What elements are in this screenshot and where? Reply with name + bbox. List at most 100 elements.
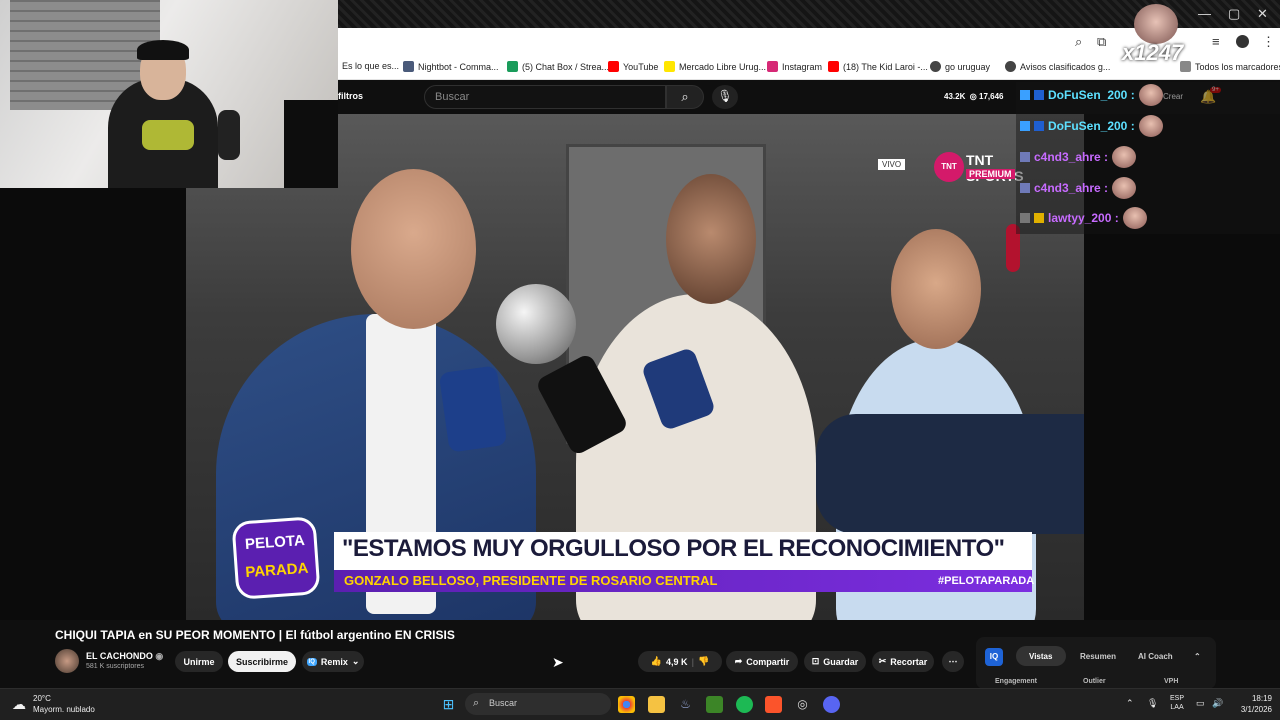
volume-icon[interactable]: 🔊 <box>1212 698 1223 709</box>
badge-icon <box>1034 213 1044 223</box>
instagram-icon <box>767 61 778 72</box>
chat-message: lawtyy_200 : <box>1020 206 1147 230</box>
weather-widget[interactable]: 20°C Mayorm. nublado <box>33 693 95 715</box>
badge-icon <box>1034 121 1044 131</box>
video-head-right <box>891 229 981 349</box>
bookmark-icon: ⊡ <box>811 656 820 666</box>
subline-text: GONZALO BELLOSO, PRESIDENTE DE ROSARIO C… <box>344 573 718 588</box>
steam-icon[interactable]: ♨ <box>677 696 694 713</box>
bookmark-item[interactable]: go uruguay <box>930 61 990 72</box>
chat-message: c4nd3_ahre : <box>1020 145 1137 169</box>
broadcaster-sub: PREMIUM <box>966 169 1015 179</box>
like-button[interactable]: 👍 4,9 K | 👎 <box>638 651 722 672</box>
remix-button[interactable]: IQ Remix ⌄ <box>302 651 364 672</box>
install-icon[interactable]: ⧉ <box>1097 34 1106 50</box>
microphone-icon[interactable]: 🎙 <box>1147 698 1158 709</box>
network-icon[interactable]: ▭ <box>1196 698 1205 709</box>
badge-icon <box>1020 152 1030 162</box>
chevron-up-icon[interactable]: ⌃ <box>1126 698 1134 709</box>
mouse-cursor: ➤ <box>552 654 564 670</box>
badge-icon <box>1020 183 1030 193</box>
zoom-icon[interactable]: ⌕ <box>1075 34 1082 50</box>
video-title: CHIQUI TAPIA en SU PEOR MOMENTO | El fút… <box>55 628 455 642</box>
subscribe-button[interactable]: Suscribirme <box>228 651 296 672</box>
profile-avatar[interactable] <box>1236 35 1249 48</box>
spotify-icon[interactable] <box>736 696 753 713</box>
mercadolibre-icon <box>664 61 675 72</box>
pelota-parada-logo: PELOTA PARADA <box>231 516 321 600</box>
close-icon[interactable]: ✕ <box>1257 6 1268 22</box>
tab-ai-coach[interactable]: AI Coach <box>1138 652 1173 661</box>
more-icon[interactable]: ⋮ <box>1262 34 1275 50</box>
badge-icon <box>1020 121 1030 131</box>
clip-button[interactable]: ✂ Recortar <box>872 651 934 672</box>
emote-icon <box>1112 146 1137 168</box>
label-vph: VPH <box>1164 678 1179 685</box>
screen: — ▢ ✕ ⌕ ⧉ ≡ ⋮ Es lo que es... Nightbot -… <box>0 0 1280 720</box>
chat-user: c4nd3_ahre : <box>1034 150 1109 164</box>
all-bookmarks[interactable]: Todos los marcadores <box>1180 61 1280 72</box>
menu-list-icon[interactable]: ≡ <box>1212 34 1220 49</box>
label-outlier: Outlier <box>1083 678 1106 685</box>
webcam-monitor <box>284 100 338 188</box>
filters-button[interactable]: filtros <box>338 91 363 101</box>
more-actions-button[interactable]: ⋯ <box>942 651 964 672</box>
youtube-icon <box>608 61 619 72</box>
bookmark-item[interactable]: Mercado Libre Urug... <box>664 61 766 72</box>
bookmark-item[interactable]: (18) The Kid Laroi -... <box>828 61 928 72</box>
save-button[interactable]: ⊡ Guardar <box>804 651 866 672</box>
chat-user: c4nd3_ahre : <box>1034 181 1109 195</box>
weather-icon[interactable]: ☁ <box>12 696 26 713</box>
search-input[interactable]: Buscar <box>424 85 666 109</box>
language-indicator[interactable]: ESP LAA <box>1170 694 1184 712</box>
join-button[interactable]: Unirme <box>175 651 223 672</box>
file-explorer-icon[interactable] <box>648 696 665 713</box>
bookmark-item[interactable]: Es lo que es... <box>342 61 399 71</box>
video-player[interactable]: VIVO TNT TNT SPORTS PREMIUM PELOTA PARAD… <box>186 114 1084 620</box>
bookmark-item[interactable]: Nightbot - Comma... <box>403 61 499 72</box>
taskbar <box>0 688 1280 720</box>
share-button[interactable]: ➦ Compartir <box>726 651 798 672</box>
video-trophy <box>496 284 576 364</box>
clock-time: 18:19 <box>1251 694 1272 703</box>
search-icon[interactable]: ⌕ <box>666 85 704 109</box>
tnt-logo-icon: TNT <box>934 152 964 182</box>
chatbox-icon <box>507 61 518 72</box>
chat-user: DoFuSen_200 : <box>1048 119 1135 133</box>
remix-icon: IQ <box>306 657 317 666</box>
taskbar-search[interactable]: Buscar <box>465 693 611 715</box>
video-arm <box>816 414 1084 534</box>
thumbs-up-icon: 👍 <box>650 656 662 666</box>
maximize-icon[interactable]: ▢ <box>1228 6 1240 22</box>
taskbar-clock[interactable]: 18:19 3/1/2026 <box>1232 693 1272 715</box>
chat-message: DoFuSen_200 : <box>1020 83 1163 107</box>
broadcaster-logo: TNT TNT SPORTS PREMIUM <box>934 152 1024 184</box>
logo-bottom: PARADA <box>244 559 309 582</box>
channel-avatar[interactable] <box>55 649 79 673</box>
tab-resumen[interactable]: Resumen <box>1080 652 1116 661</box>
badge-icon <box>1020 213 1030 223</box>
bookmark-item[interactable]: YouTube <box>608 61 658 72</box>
bookmark-item[interactable]: Avisos clasificados g... <box>1005 61 1110 72</box>
hashtag-text: #PELOTAPARADA <box>938 575 1035 587</box>
bookmark-item[interactable]: Instagram <box>767 61 822 72</box>
viewers-count: 43.2K <box>944 92 966 101</box>
iq-badge: IQ <box>985 648 1003 666</box>
chevron-up-icon[interactable]: ⌃ <box>1194 652 1201 661</box>
obs-icon[interactable]: ◎ <box>794 696 811 713</box>
chrome-icon[interactable] <box>618 696 635 713</box>
minecraft-icon[interactable] <box>706 696 723 713</box>
brave-icon[interactable] <box>765 696 782 713</box>
tab-vistas[interactable]: Vistas <box>1029 652 1052 661</box>
bookmark-item[interactable]: (5) Chat Box / Strea... <box>507 61 609 72</box>
windows-start-icon[interactable]: ⊞ <box>440 696 457 713</box>
webcam-microphone <box>218 110 240 160</box>
discord-icon[interactable] <box>823 696 840 713</box>
scissors-icon: ✂ <box>878 656 887 666</box>
channel-name[interactable]: EL CACHONDO ◉ <box>86 651 163 662</box>
minimize-icon[interactable]: — <box>1198 6 1211 21</box>
microphone-icon[interactable]: 🎙 <box>712 85 738 109</box>
chevron-down-icon: ⌄ <box>351 656 360 666</box>
live-stats: 43.2K ◎ 17,646 <box>944 92 1004 101</box>
webcam-overlay <box>0 0 338 188</box>
